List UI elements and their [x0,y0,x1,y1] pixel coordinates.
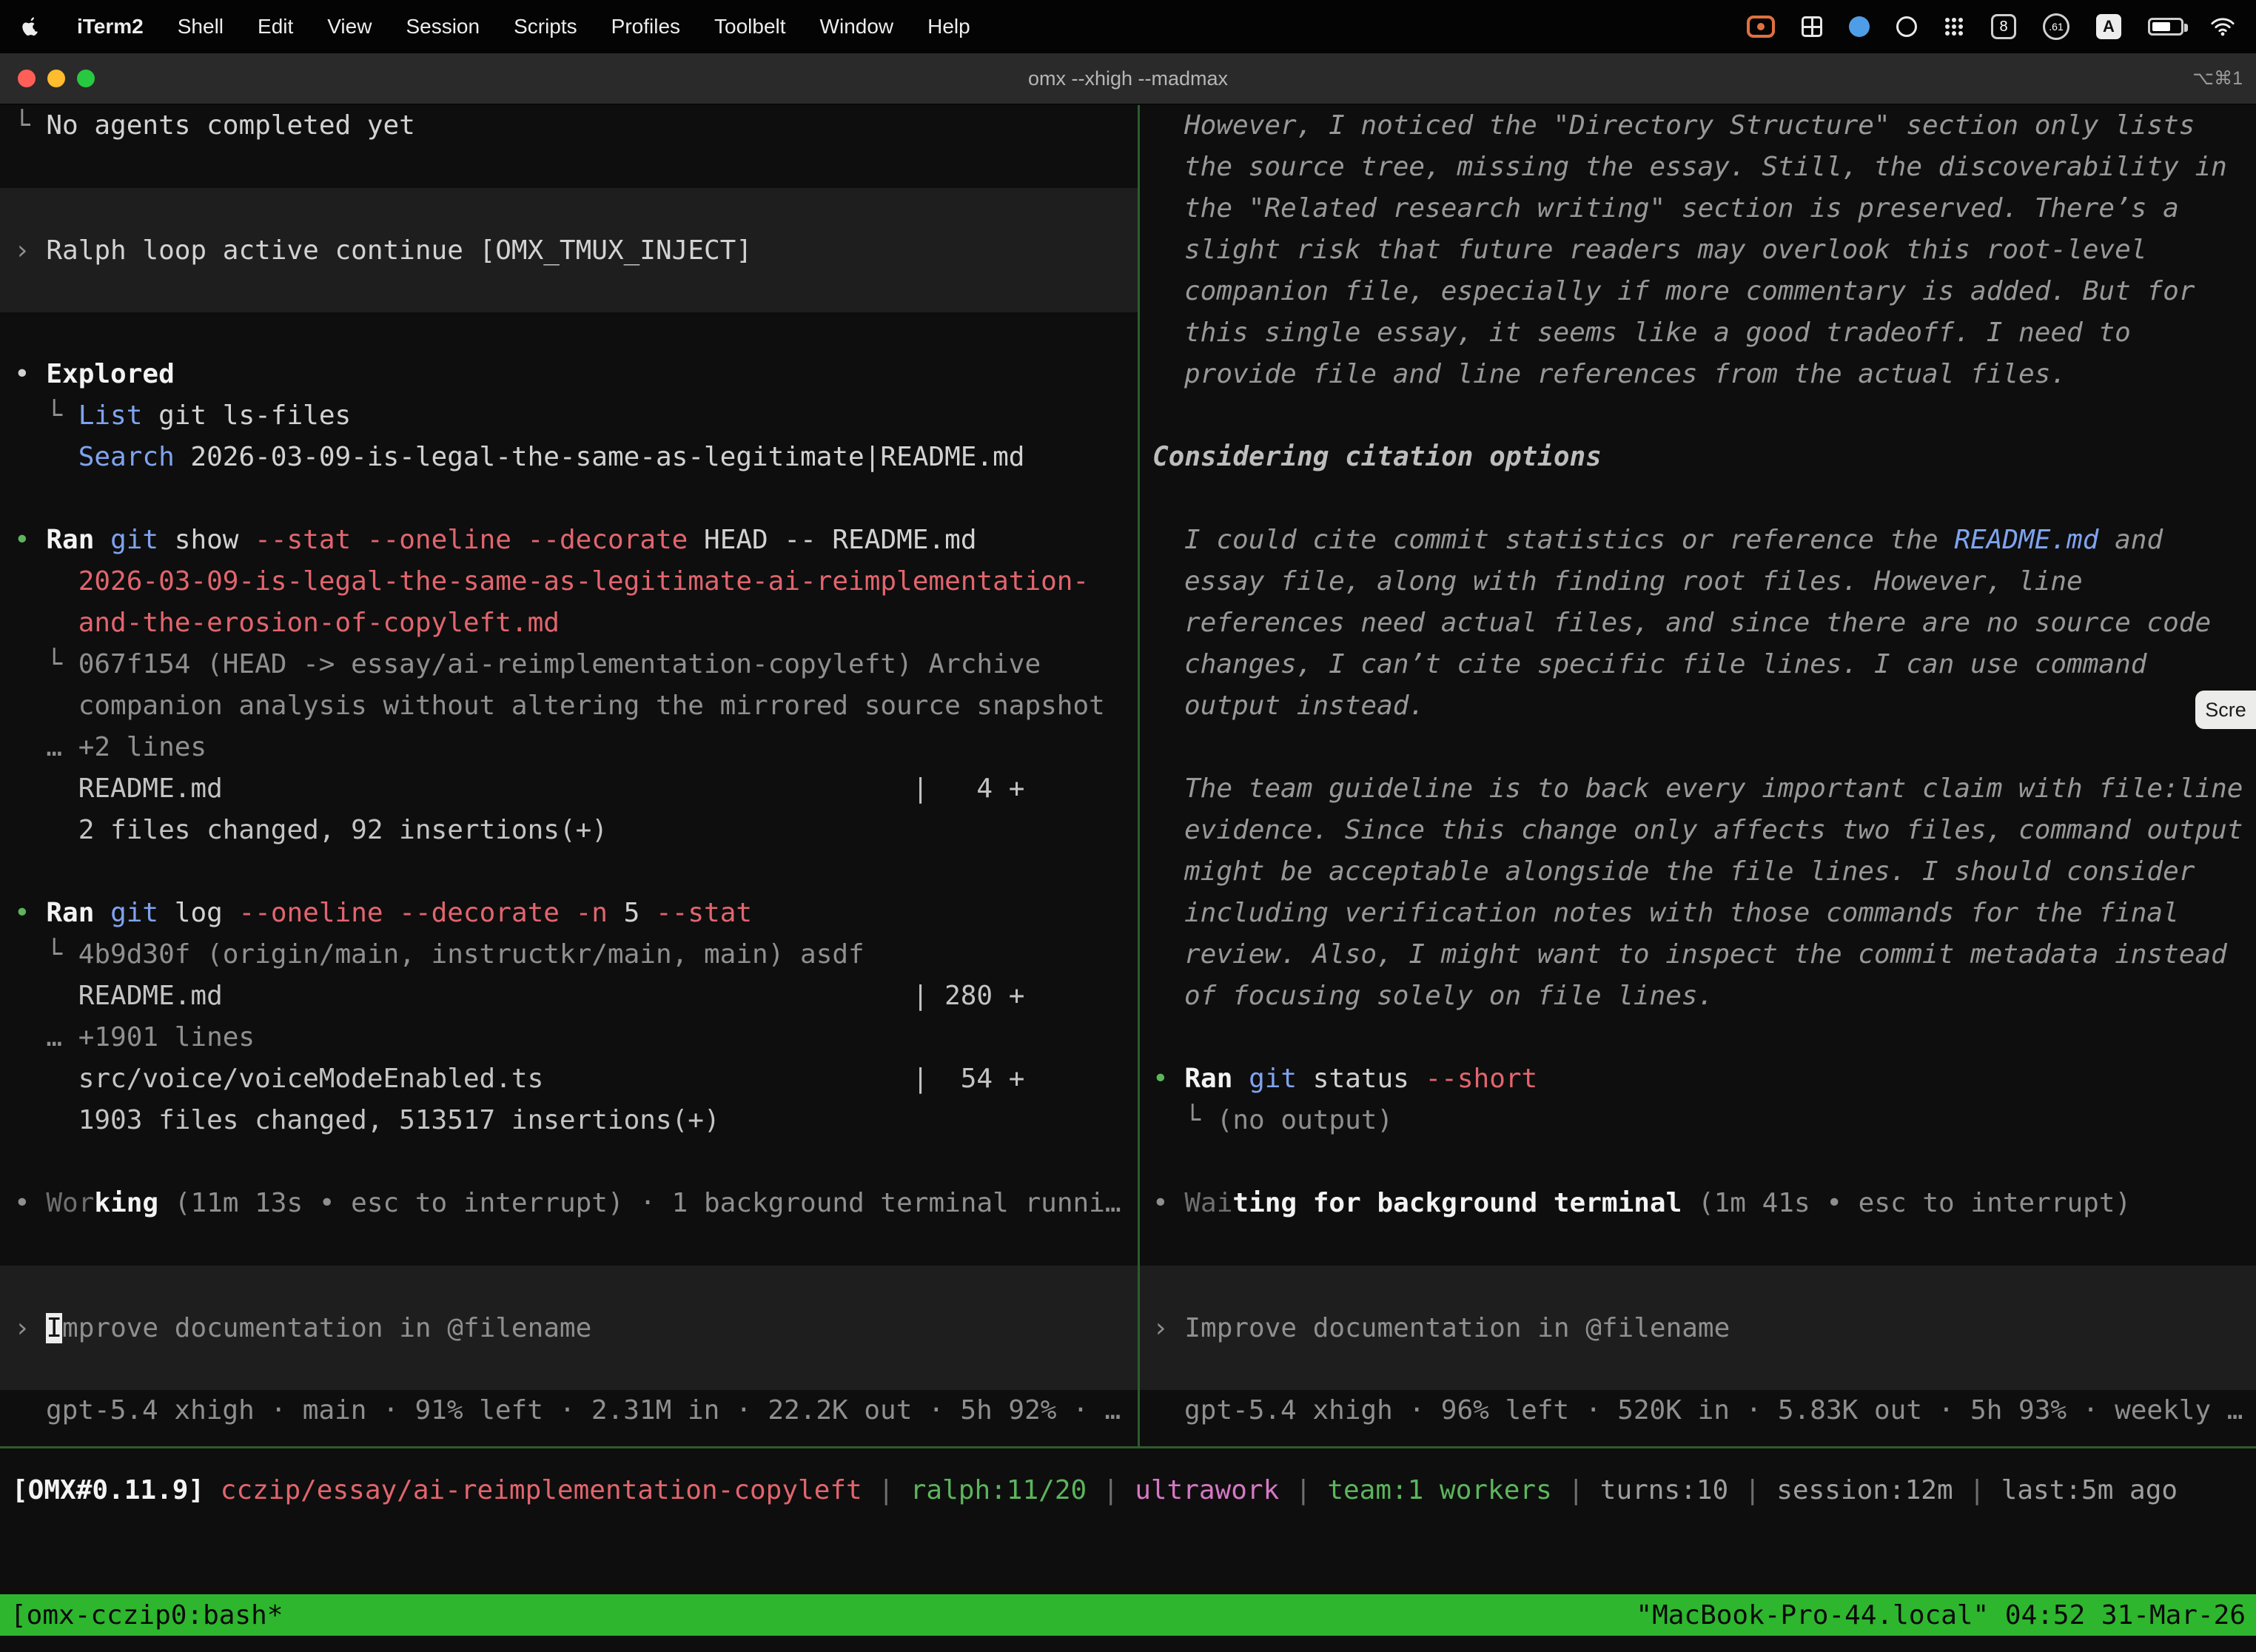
git-log-stat-summary: 1903 files changed, 513517 insertions(+) [0,1100,1138,1141]
tmux-status-bar: [omx-cczip0:bash* "MacBook-Pro-44.local" … [0,1594,2256,1636]
screen-overlay-tab[interactable]: Scre [2195,691,2256,729]
model-status-left: gpt-5.4 xhigh · main · 91% left · 2.31M … [0,1390,1138,1431]
explored-header: • Explored [0,354,1138,395]
readme-link: README.md [1954,525,2098,555]
git-show-more-lines: … +2 lines [0,727,1138,768]
browser-icon[interactable] [1849,16,1870,37]
git-status-no-output: └ (no output) [1140,1100,2256,1141]
menu-bar-status-icons: 8 .61 A [1747,13,2235,40]
text-cursor: I [46,1313,62,1343]
right-terminal-pane[interactable]: However, I noticed the "Directory Struct… [1140,105,2256,1446]
omx-turns: turns:10 [1600,1475,1728,1505]
agents-completed-note: └ No agents completed yet [0,105,1138,147]
menu-view[interactable]: View [327,15,372,38]
git-show-arg-line1: 2026-03-09-is-legal-the-same-as-legitima… [0,561,1138,602]
terminal-window: └ No agents completed yet › Ralph loop a… [0,105,2256,1652]
git-log-output-line1: └ 4b9d30f (origin/main, instructkr/main,… [0,934,1138,976]
dots-grid-icon[interactable] [1944,16,1964,37]
prompt-input-right[interactable]: › Improve documentation in @filename [1140,1266,2256,1390]
left-terminal-pane[interactable]: └ No agents completed yet › Ralph loop a… [0,105,1138,1446]
apple-menu[interactable] [21,16,40,38]
waiting-status-line: • Waiting for background terminal (1m 41… [1140,1183,2256,1224]
apple-logo [21,16,40,38]
git-show-stat-summary: 2 files changed, 92 insertions(+) [0,810,1138,851]
prompt-input-left[interactable]: › Improve documentation in @filename [0,1266,1138,1390]
window-manager-icon[interactable] [1802,16,1822,37]
zoom-button[interactable] [77,70,95,87]
omx-status-line: [OMX#0.11.9] cczip/essay/ai-reimplementa… [12,1470,2178,1511]
model-status-right: gpt-5.4 xhigh · 96% left · 520K in · 5.8… [1140,1390,2256,1431]
pane-divider-horizontal [0,1446,2256,1448]
menu-iterm2[interactable]: iTerm2 [77,15,144,38]
working-status-line: • Working (11m 13s • esc to interrupt) ·… [0,1183,1138,1224]
input-source-icon[interactable]: A [2096,14,2121,39]
git-show-stat-readme: README.md | 4 + [0,768,1138,810]
git-log-stat-readme: README.md | 280 + [0,976,1138,1017]
ralph-loop-banner: › Ralph loop active continue [OMX_TMUX_I… [0,188,1138,312]
command-git-show: • Ran git show --stat --oneline --decora… [0,520,1138,561]
omx-session-time: session:12m [1776,1475,1953,1505]
window-shortcut-badge: ⌥⌘1 [2192,67,2256,90]
reasoning-paragraph-1: However, I noticed the "Directory Struct… [1140,105,2256,395]
omx-last-activity: last:5m ago [2001,1475,2178,1505]
app-status-icon[interactable] [1896,16,1917,37]
git-show-output-line1: └ 067f154 (HEAD -> essay/ai-reimplementa… [0,644,1138,685]
command-git-log: • Ran git log --oneline --decorate -n 5 … [0,893,1138,934]
git-log-stat-voicemode: src/voice/voiceModeEnabled.ts | 54 + [0,1058,1138,1100]
git-show-output-line2: companion analysis without altering the … [0,685,1138,727]
window-title-bar[interactable]: omx --xhigh --madmax ⌥⌘1 [0,53,2256,105]
reasoning-paragraph-2: I could cite commit statistics or refere… [1140,520,2256,727]
menu-shell[interactable]: Shell [178,15,224,38]
git-log-more-lines: … +1901 lines [0,1017,1138,1058]
menu-toolbelt[interactable]: Toolbelt [714,15,786,38]
macos-menu-bar: iTerm2 Shell Edit View Session Scripts P… [0,0,2256,53]
traffic-lights [0,70,95,87]
explored-list-line: └ List git ls-files [0,395,1138,437]
menu-scripts[interactable]: Scripts [514,15,577,38]
keycap-icon[interactable]: 8 [1991,14,2016,39]
git-show-arg-line2: and-the-erosion-of-copyleft.md [0,602,1138,644]
tmux-host-clock: "MacBook-Pro-44.local" 04:52 31-Mar-26 [1636,1600,2246,1631]
omx-version: [OMX#0.11.9] [12,1475,221,1505]
close-button[interactable] [18,70,36,87]
screen-recording-icon[interactable] [1747,16,1775,38]
window-title: omx --xhigh --madmax [0,67,2256,90]
wifi-icon[interactable] [2210,17,2235,36]
desktop-screen: iTerm2 Shell Edit View Session Scripts P… [0,0,2256,1652]
menu-profiles[interactable]: Profiles [611,15,680,38]
tmux-session-name: [omx-cczip0:bash* [10,1600,283,1631]
omx-mode: ultrawork [1135,1475,1279,1505]
omx-ralph-count: ralph:11/20 [910,1475,1087,1505]
explored-search-line: Search 2026-03-09-is-legal-the-same-as-l… [0,437,1138,478]
command-git-status: • Ran git status --short [1140,1058,2256,1100]
minimize-button[interactable] [47,70,65,87]
battery-gauge-icon[interactable]: .61 [2043,13,2069,40]
menu-edit[interactable]: Edit [258,15,293,38]
battery-icon[interactable] [2148,18,2183,36]
menu-help[interactable]: Help [927,15,970,38]
reasoning-paragraph-3: The team guideline is to back every impo… [1140,768,2256,1017]
menu-window[interactable]: Window [820,15,894,38]
reasoning-heading: Considering citation options [1140,437,2256,478]
menu-session[interactable]: Session [406,15,480,38]
omx-branch-path: cczip/essay/ai-reimplementation-copyleft [221,1475,862,1505]
omx-team: team:1 workers [1327,1475,1551,1505]
